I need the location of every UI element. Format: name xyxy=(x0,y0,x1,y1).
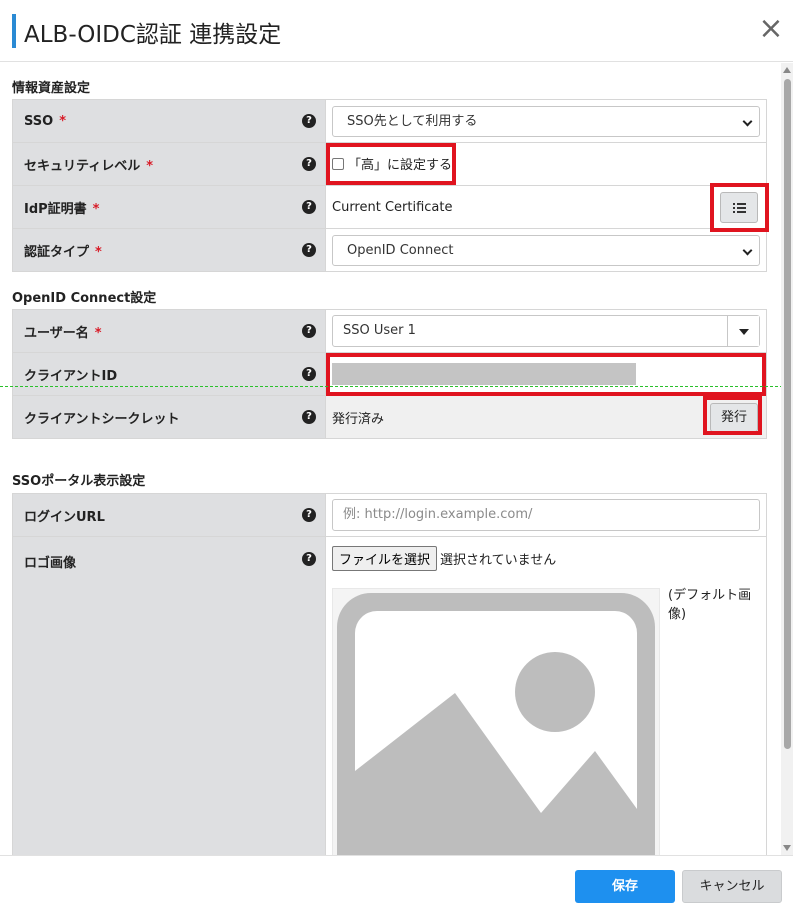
label-cell: IdP証明書 * ? xyxy=(12,185,326,229)
label-cell: クライアントシークレット ? xyxy=(12,395,326,439)
value-cell: SSO User 1 xyxy=(325,309,767,353)
file-status-text: 選択されていません xyxy=(440,553,557,568)
auth-type-select[interactable]: OpenID Connect xyxy=(332,234,760,266)
help-icon[interactable]: ? xyxy=(302,243,316,257)
scroll-down-icon[interactable] xyxy=(783,845,791,851)
portal-settings-table: ログインURL ? 例: http://login.example.com/ ロ… xyxy=(12,493,767,855)
help-icon[interactable]: ? xyxy=(302,114,316,128)
checkbox-text: 「高」に設定する xyxy=(348,158,453,174)
row-sso: SSO * ? SSO先として利用する xyxy=(12,99,767,143)
client-id-label: クライアントID xyxy=(24,368,118,384)
oidc-settings-table: ユーザー名 * ? SSO User 1 クライアントID ? クライアントシー… xyxy=(12,309,767,439)
row-client-id: クライアントID ? xyxy=(12,352,767,396)
help-icon[interactable]: ? xyxy=(302,552,316,566)
help-icon[interactable]: ? xyxy=(302,367,316,381)
required-mark: * xyxy=(94,325,102,341)
help-icon[interactable]: ? xyxy=(302,157,316,171)
value-cell: OpenID Connect xyxy=(325,228,767,272)
title-accent-bar xyxy=(12,14,16,48)
row-client-secret: クライアントシークレット ? 発行済み 発行 xyxy=(12,395,767,439)
username-value: SSO User 1 xyxy=(343,323,416,338)
certificate-list-button[interactable] xyxy=(720,192,758,223)
label-cell: ロゴ画像 ? xyxy=(12,536,326,855)
help-icon[interactable]: ? xyxy=(302,410,316,424)
help-icon[interactable]: ? xyxy=(302,324,316,338)
default-image-label: (デフォルト画像) xyxy=(668,588,752,622)
dialog-body: 情報資産設定 SSO * ? SSO先として利用する セキュリティレベル * ? xyxy=(0,63,781,855)
required-mark: * xyxy=(59,113,67,129)
oidc-settings-dialog: ALB-OIDC認証 連携設定 × 情報資産設定 SSO * ? SSO先として利… xyxy=(0,0,793,915)
row-security-level: セキュリティレベル * ? 「高」に設定する xyxy=(12,142,767,186)
security-level-label: セキュリティレベル xyxy=(24,158,141,174)
info-settings-table: SSO * ? SSO先として利用する セキュリティレベル * ? 「高」に設定… xyxy=(12,99,767,272)
help-icon[interactable]: ? xyxy=(302,508,316,522)
value-cell: 例: http://login.example.com/ xyxy=(325,493,767,537)
dialog-header: ALB-OIDC認証 連携設定 × xyxy=(0,0,793,62)
label-cell: 認証タイプ * ? xyxy=(12,228,326,272)
value-cell: 発行済み 発行 xyxy=(325,395,767,439)
list-icon xyxy=(733,203,746,213)
close-icon[interactable]: × xyxy=(758,14,784,44)
idp-label: IdP証明書 xyxy=(24,201,87,217)
value-cell xyxy=(325,352,767,396)
dialog-title: ALB-OIDC認証 連携設定 xyxy=(24,22,282,48)
username-combobox[interactable]: SSO User 1 xyxy=(332,315,760,347)
security-high-checkbox-label[interactable]: 「高」に設定する xyxy=(332,154,452,173)
security-high-checkbox[interactable] xyxy=(332,157,344,170)
label-cell: クライアントID ? xyxy=(12,352,326,396)
section-title-portal: SSOポータル表示設定 xyxy=(12,474,146,489)
client-secret-label: クライアントシークレット xyxy=(24,411,180,427)
vertical-scrollbar[interactable] xyxy=(781,63,793,855)
section-title-oidc: OpenID Connect設定 xyxy=(12,291,157,306)
idp-certificate-value: Current Certificate xyxy=(332,199,453,215)
client-id-redacted-value xyxy=(332,363,636,385)
logo-preview xyxy=(332,588,660,855)
login-url-label: ログインURL xyxy=(24,509,105,525)
username-label: ユーザー名 xyxy=(24,325,89,341)
auth-type-label: 認証タイプ xyxy=(24,244,90,260)
dialog-footer: 保存 キャンセル xyxy=(0,855,793,915)
logo-image-label: ロゴ画像 xyxy=(24,556,77,571)
label-cell: ログインURL ? xyxy=(12,493,326,537)
scroll-up-icon[interactable] xyxy=(783,67,791,73)
section-title-info: 情報資産設定 xyxy=(12,81,91,96)
save-button[interactable]: 保存 xyxy=(575,870,675,903)
required-mark: * xyxy=(92,201,100,217)
scrollbar-thumb[interactable] xyxy=(784,79,791,749)
image-placeholder-icon xyxy=(337,593,655,855)
value-cell: 「高」に設定する xyxy=(325,142,767,186)
row-username: ユーザー名 * ? SSO User 1 xyxy=(12,309,767,353)
dropdown-arrow-icon[interactable] xyxy=(727,316,759,346)
sso-label: SSO xyxy=(24,113,54,129)
login-url-input[interactable]: 例: http://login.example.com/ xyxy=(332,499,760,531)
client-secret-status: 発行済み xyxy=(332,411,385,427)
sso-select[interactable]: SSO先として利用する xyxy=(332,105,760,137)
required-mark: * xyxy=(146,158,154,174)
chevron-down-icon xyxy=(742,116,753,126)
issue-secret-button[interactable]: 発行 xyxy=(710,403,758,432)
row-idp-certificate: IdP証明書 * ? Current Certificate xyxy=(12,185,767,229)
label-cell: セキュリティレベル * ? xyxy=(12,142,326,186)
label-cell: ユーザー名 * ? xyxy=(12,309,326,353)
label-cell: SSO * ? xyxy=(12,99,326,143)
row-logo-image: ロゴ画像 ? ファイルを選択 選択されていません (デフォルト画像) xyxy=(12,536,767,855)
required-mark: * xyxy=(95,244,102,260)
row-auth-type: 認証タイプ * ? OpenID Connect xyxy=(12,228,767,272)
value-cell: Current Certificate xyxy=(325,185,767,229)
value-cell: ファイルを選択 選択されていません (デフォルト画像) xyxy=(325,536,767,855)
sso-select-value: SSO先として利用する xyxy=(347,113,478,129)
cancel-button[interactable]: キャンセル xyxy=(682,870,782,903)
help-icon[interactable]: ? xyxy=(302,200,316,214)
value-cell: SSO先として利用する xyxy=(325,99,767,143)
chevron-down-icon xyxy=(742,245,753,255)
choose-file-button[interactable]: ファイルを選択 xyxy=(332,546,438,571)
auth-type-value: OpenID Connect xyxy=(347,242,454,258)
row-login-url: ログインURL ? 例: http://login.example.com/ xyxy=(12,493,767,537)
